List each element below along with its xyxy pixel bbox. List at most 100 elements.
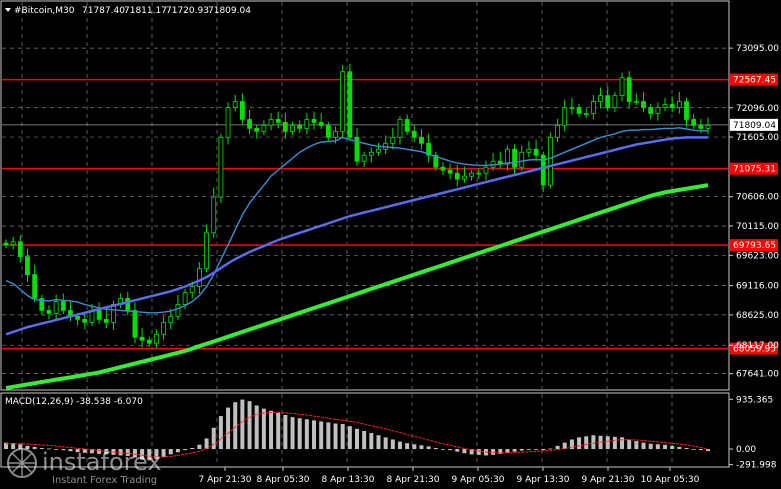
macd-histogram-bar	[455, 449, 460, 452]
watermark-tagline: Instant Forex Trading	[52, 475, 157, 486]
macd-histogram-bar	[304, 419, 309, 450]
symbol-label: #Bitcoin,M30	[14, 6, 75, 16]
macd-histogram-bar	[276, 412, 281, 450]
candle-body	[361, 154, 367, 162]
candle-body	[311, 119, 317, 123]
candle-body	[598, 95, 603, 102]
candle-body	[454, 172, 460, 180]
candle-body	[325, 125, 331, 138]
candle-body	[368, 151, 374, 156]
macd-histogram-bar	[161, 449, 166, 458]
macd-histogram-bar	[627, 439, 632, 450]
candle-body	[669, 104, 675, 108]
macd-histogram-bar	[390, 439, 395, 450]
macd-histogram-bar	[512, 449, 517, 452]
candle-body	[590, 101, 596, 114]
time-tick-label: 8 Apr 13:30	[322, 475, 375, 485]
candle-body	[440, 166, 446, 171]
candle-body	[239, 101, 245, 120]
macd-histogram-bar	[577, 437, 582, 450]
trading-chart[interactable]: 72567.4571075.3169793.6568059.9571809.04…	[0, 0, 781, 489]
macd-histogram-bar	[226, 407, 231, 450]
macd-histogram-bar	[519, 449, 524, 451]
candle-body	[182, 292, 188, 305]
price-tick-label: 68117.00	[736, 341, 779, 351]
candle-body	[225, 107, 231, 138]
macd-histogram-bar	[526, 449, 531, 450]
candle-body	[290, 125, 295, 132]
candle-body	[247, 119, 252, 129]
candle-body	[347, 71, 353, 138]
candle-body	[512, 148, 517, 168]
time-tick-label: 9 Apr 13:30	[517, 475, 570, 485]
macd-histogram-bar	[326, 422, 331, 450]
macd-histogram-bar	[698, 449, 703, 451]
candle-body	[469, 172, 475, 177]
macd-histogram-bar	[297, 418, 302, 450]
candle-body	[211, 196, 217, 234]
candle-body	[261, 125, 267, 132]
macd-histogram-bar	[620, 437, 625, 450]
candle-body	[691, 119, 697, 126]
candle-body	[275, 119, 281, 123]
macd-histogram-bar	[197, 444, 202, 450]
macd-histogram-bar	[541, 449, 546, 451]
candle-body	[576, 107, 582, 114]
macd-histogram-bar	[648, 443, 653, 450]
macd-histogram-bar	[433, 447, 438, 450]
candle-body	[218, 136, 224, 198]
macd-histogram-bar	[376, 435, 381, 450]
candle-body	[662, 104, 668, 108]
macd-histogram-bar	[175, 449, 180, 453]
price-tick-label: 70606.00	[736, 193, 779, 203]
candle-body	[684, 101, 689, 120]
candle-body	[297, 125, 303, 129]
macd-histogram-bar	[663, 444, 668, 450]
candle-body	[3, 242, 9, 246]
current-price-label: 71809.04	[733, 121, 776, 131]
macd-histogram-bar	[634, 441, 639, 450]
candle-body	[125, 298, 131, 311]
macd-histogram-bar	[355, 428, 359, 450]
macd-histogram-bar	[383, 437, 388, 450]
candle-body	[340, 71, 346, 132]
candle-body	[526, 148, 532, 153]
candle-body	[333, 130, 338, 138]
price-tick-label: 71605.00	[736, 133, 779, 143]
price-tick-label: 68625.00	[736, 311, 779, 321]
price-tick-label: 69116.00	[736, 282, 779, 292]
macd-histogram-bar	[555, 445, 560, 450]
macd-histogram-bar	[691, 449, 696, 450]
macd-histogram-bar	[476, 449, 481, 455]
candle-body	[204, 232, 209, 270]
candle-body	[655, 107, 661, 114]
macd-histogram-bar	[211, 427, 216, 450]
time-tick-label: 8 Apr 05:30	[257, 475, 310, 485]
candle-body	[254, 128, 260, 132]
candle-body	[447, 169, 453, 174]
candle-body	[17, 241, 23, 258]
candle-body	[75, 315, 81, 320]
macd-tick-label: 0.00	[736, 445, 756, 455]
macd-histogram-bar	[204, 438, 209, 450]
candle-body	[626, 77, 632, 102]
macd-histogram-bar	[168, 449, 173, 455]
macd-histogram-bar	[32, 446, 37, 450]
macd-histogram-bar	[584, 436, 589, 450]
macd-histogram-bar	[247, 401, 252, 450]
macd-histogram-bar	[254, 405, 259, 450]
macd-histogram-bar	[412, 444, 417, 450]
level-price-label: 69793.65	[733, 241, 776, 251]
candle-body	[648, 107, 654, 114]
candle-body	[189, 286, 195, 293]
candle-body	[376, 148, 381, 153]
candle-body	[168, 315, 174, 323]
time-tick-label: 7 Apr 21:30	[199, 475, 252, 485]
open-value: 71787.40	[82, 6, 125, 16]
candle-body	[605, 95, 611, 108]
macd-histogram-bar	[426, 446, 431, 450]
candle-body	[268, 119, 274, 126]
candle-body	[476, 172, 482, 175]
candle-body	[705, 125, 711, 129]
macd-histogram-bar	[677, 446, 682, 450]
